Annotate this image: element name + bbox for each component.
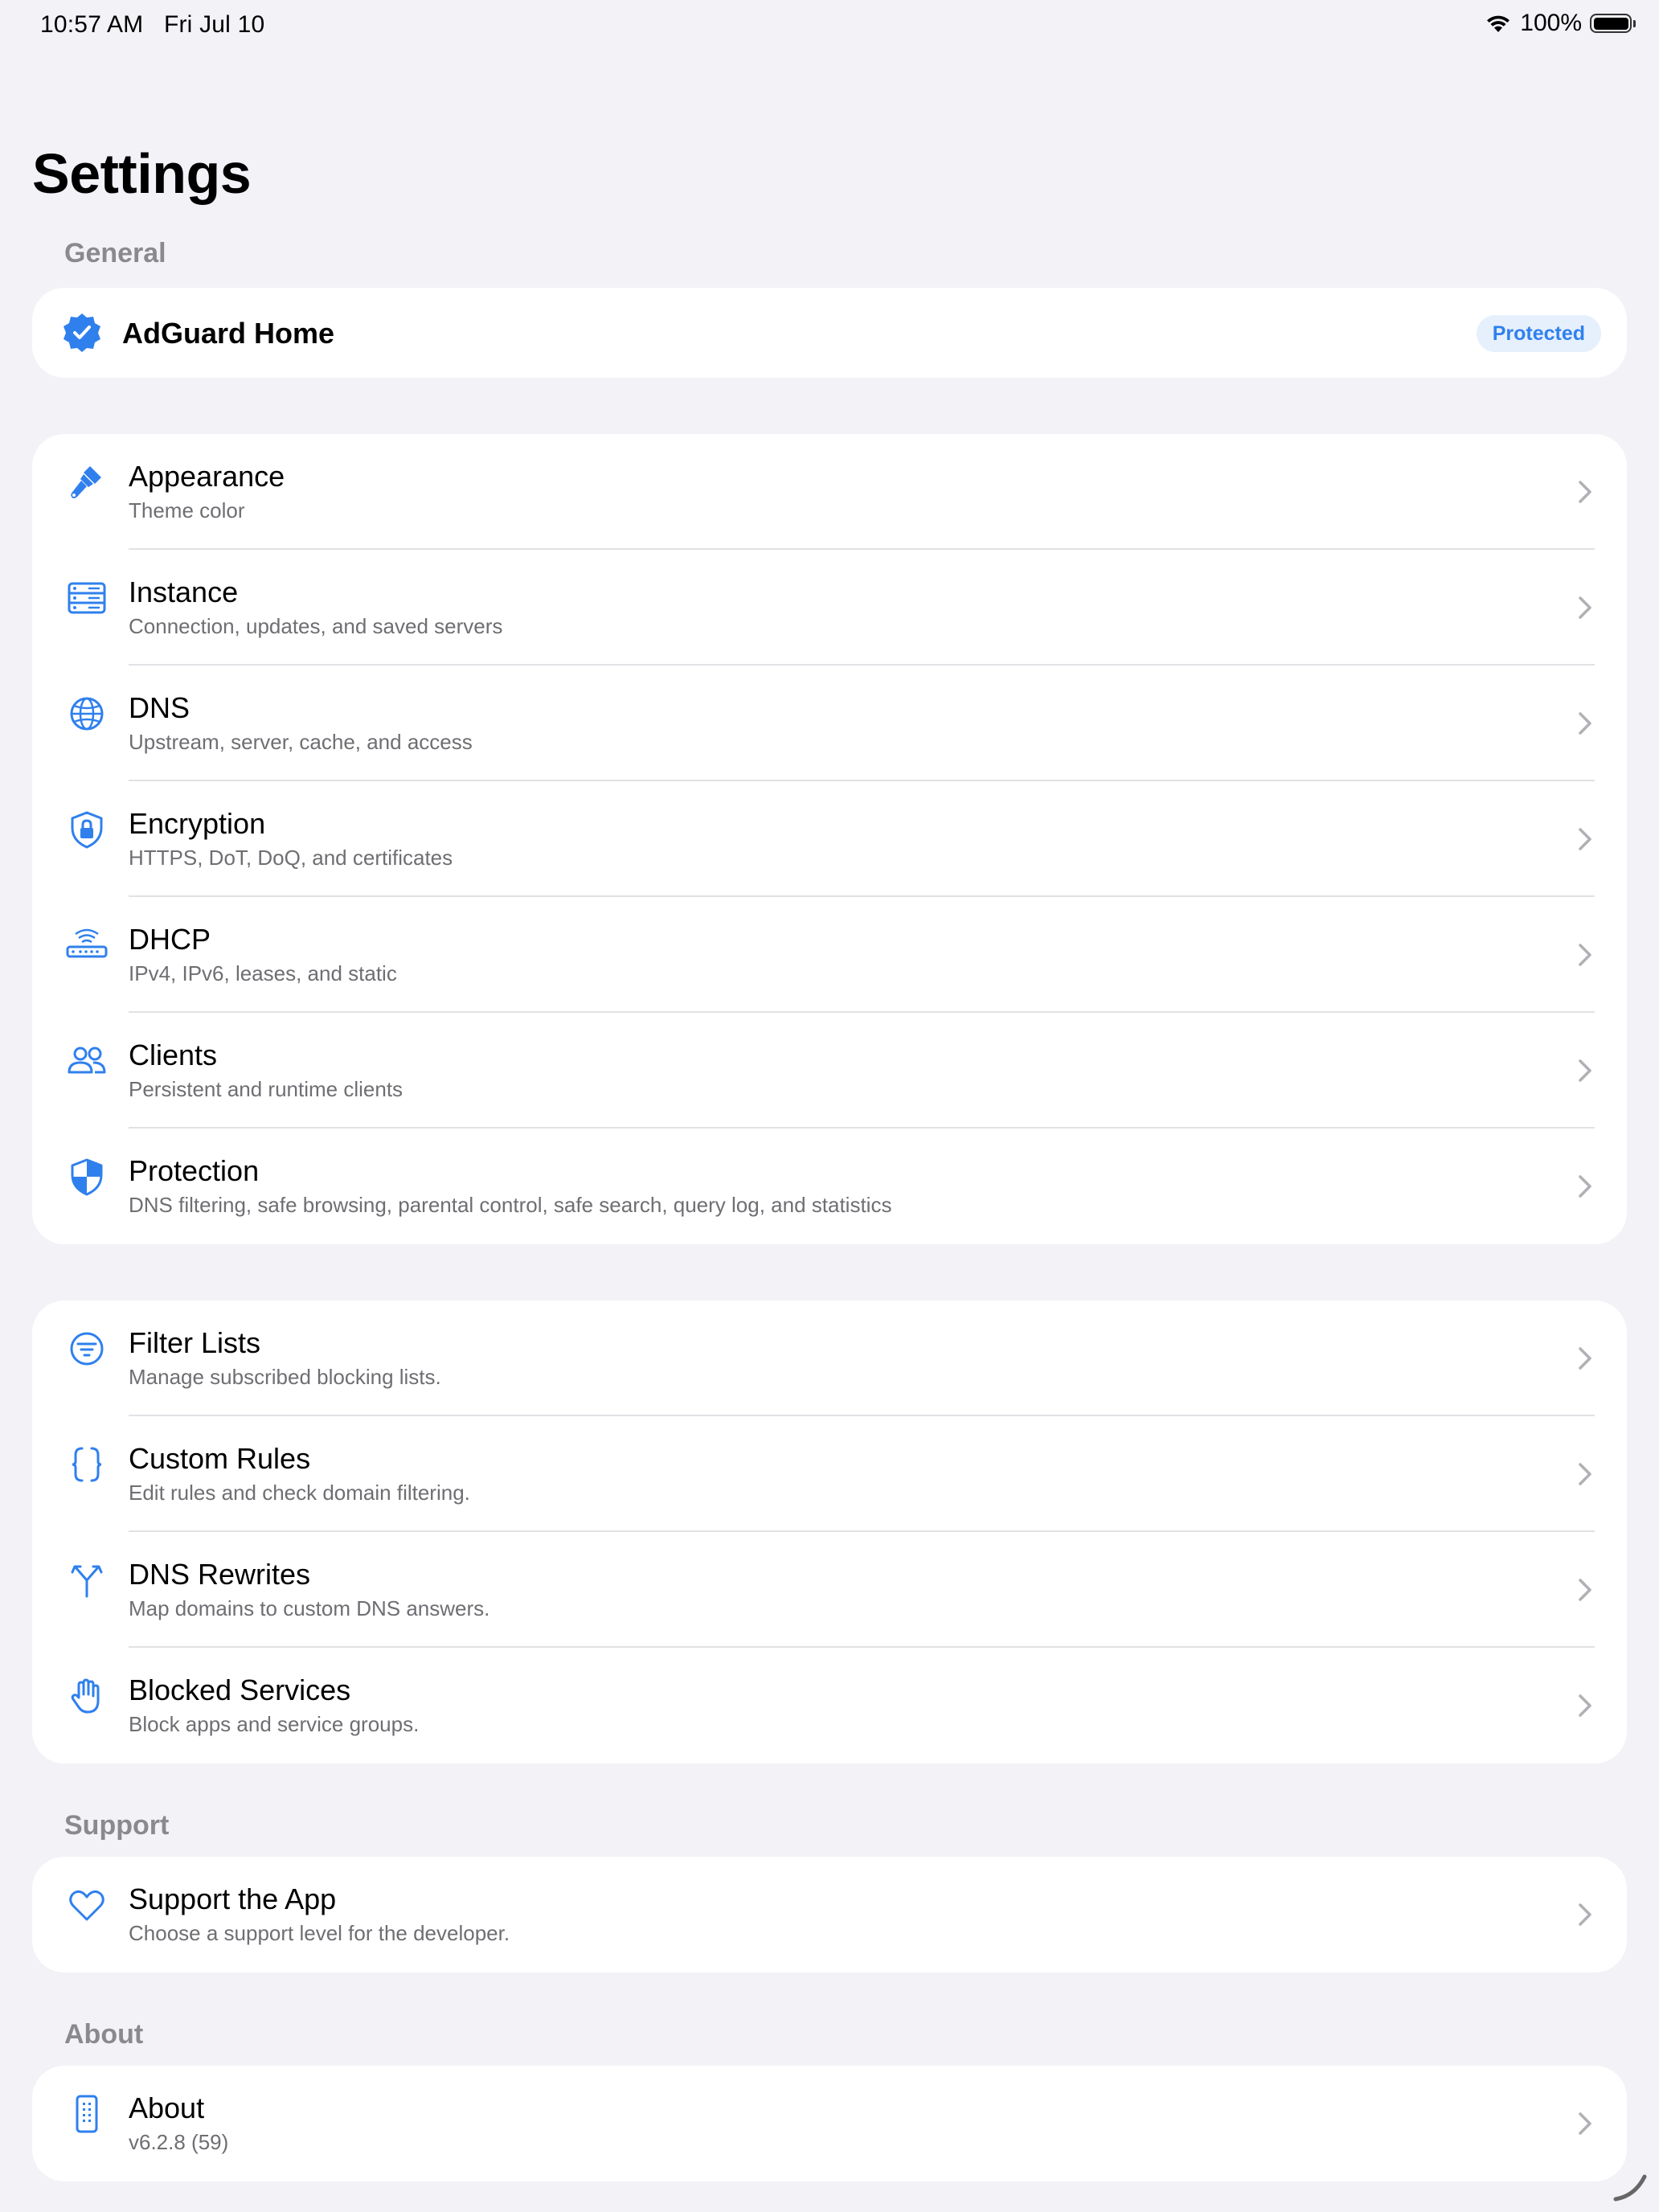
row-subtitle: HTTPS, DoT, DoQ, and certificates: [129, 846, 453, 870]
split-arrow-icon: [64, 1558, 109, 1603]
filtering-row-dns-rewrites[interactable]: DNS Rewrites Map domains to custom DNS a…: [32, 1532, 1627, 1648]
server-row[interactable]: AdGuard Home Protected: [32, 288, 1627, 378]
home-indicator-icon: [1613, 2174, 1647, 2202]
chevron-right-icon: [1579, 1694, 1591, 1717]
section-header-general: General: [64, 238, 166, 268]
row-title: Clients: [129, 1038, 218, 1071]
curly-braces-icon: [64, 1442, 109, 1487]
row-title: Blocked Services: [129, 1673, 351, 1706]
row-subtitle: Manage subscribed blocking lists.: [129, 1365, 441, 1389]
settings-row-protection[interactable]: Protection DNS filtering, safe browsing,…: [32, 1129, 1627, 1244]
lock-shield-icon: [64, 807, 109, 852]
server-name: AdGuard Home: [122, 317, 335, 350]
row-subtitle: Connection, updates, and saved servers: [129, 614, 503, 638]
chevron-right-icon: [1579, 1175, 1591, 1198]
support-row[interactable]: Support the App Choose a support level f…: [32, 1857, 1627, 1972]
shield-icon: [64, 1154, 109, 1199]
status-bar: 10:57 AM Fri Jul 10 100%: [0, 0, 1659, 53]
heart-icon: [64, 1882, 109, 1927]
status-time: 10:57 AM Fri Jul 10: [40, 11, 264, 39]
section-header-about: About: [64, 2019, 144, 2050]
row-subtitle: IPv4, IPv6, leases, and static: [129, 961, 397, 985]
status-right: 100%: [1485, 10, 1636, 37]
chevron-right-icon: [1579, 2112, 1591, 2135]
row-subtitle: Choose a support level for the developer…: [129, 1921, 510, 1945]
verified-badge-icon: [63, 313, 100, 352]
globe-icon: [64, 691, 109, 736]
chevron-right-icon: [1579, 1579, 1591, 1601]
about-card: About v6.2.8 (59): [32, 2066, 1627, 2181]
row-title: DNS Rewrites: [129, 1558, 311, 1591]
chevron-right-icon: [1579, 944, 1591, 966]
settings-row-instance[interactable]: Instance Connection, updates, and saved …: [32, 550, 1627, 666]
server-card[interactable]: AdGuard Home Protected: [32, 288, 1627, 378]
server-icon: [64, 576, 109, 621]
support-card: Support the App Choose a support level f…: [32, 1857, 1627, 1972]
status-badge: Protected: [1476, 315, 1601, 352]
row-subtitle: Block apps and service groups.: [129, 1712, 420, 1736]
settings-row-encryption[interactable]: Encryption HTTPS, DoT, DoQ, and certific…: [32, 781, 1627, 897]
settings-row-dhcp[interactable]: DHCP IPv4, IPv6, leases, and static: [32, 897, 1627, 1013]
filter-icon: [64, 1326, 109, 1371]
settings-row-dns[interactable]: DNS Upstream, server, cache, and access: [32, 666, 1627, 781]
about-row[interactable]: About v6.2.8 (59): [32, 2066, 1627, 2181]
settings-row-appearance[interactable]: Appearance Theme color: [32, 434, 1627, 550]
chevron-right-icon: [1579, 1347, 1591, 1370]
section-header-support: Support: [64, 1810, 170, 1841]
row-title: Instance: [129, 576, 239, 608]
chevron-right-icon: [1579, 712, 1591, 735]
battery-icon: [1590, 14, 1636, 33]
paintbrush-icon: [64, 460, 109, 505]
filtering-row-filter-lists[interactable]: Filter Lists Manage subscribed blocking …: [32, 1301, 1627, 1416]
settings-row-clients[interactable]: Clients Persistent and runtime clients: [32, 1013, 1627, 1129]
wifi-icon: [1487, 15, 1510, 32]
status-time-text: 10:57 AM: [40, 11, 144, 38]
row-subtitle: Persistent and runtime clients: [129, 1077, 403, 1101]
chevron-right-icon: [1579, 1059, 1591, 1082]
chevron-right-icon: [1579, 596, 1591, 619]
chevron-right-icon: [1579, 1903, 1591, 1926]
row-title: Custom Rules: [129, 1442, 311, 1475]
router-icon: [64, 923, 109, 968]
filtering-row-custom-rules[interactable]: Custom Rules Edit rules and check domain…: [32, 1416, 1627, 1532]
filtering-row-blocked-services[interactable]: Blocked Services Block apps and service …: [32, 1648, 1627, 1763]
row-title: Appearance: [129, 460, 285, 493]
row-title: Protection: [129, 1154, 260, 1187]
row-subtitle: Edit rules and check domain filtering.: [129, 1481, 470, 1505]
row-title: DNS: [129, 691, 190, 724]
row-title: Support the App: [129, 1882, 337, 1915]
chevron-right-icon: [1579, 481, 1591, 503]
row-title: Filter Lists: [129, 1326, 261, 1359]
row-subtitle: Map domains to custom DNS answers.: [129, 1596, 490, 1620]
row-subtitle: v6.2.8 (59): [129, 2130, 229, 2154]
row-subtitle: DNS filtering, safe browsing, parental c…: [129, 1193, 892, 1217]
page-title: Settings: [32, 142, 252, 205]
device-icon: [64, 2091, 109, 2136]
battery-percent: 100%: [1520, 10, 1582, 36]
people-icon: [64, 1038, 109, 1083]
row-subtitle: Theme color: [129, 498, 245, 522]
row-title: DHCP: [129, 923, 211, 956]
hand-icon: [64, 1673, 109, 1718]
chevron-right-icon: [1579, 1463, 1591, 1485]
settings-card: Appearance Theme color Instance Connecti…: [32, 434, 1627, 1244]
status-date-text: Fri Jul 10: [163, 11, 265, 38]
row-title: Encryption: [129, 807, 266, 840]
row-subtitle: Upstream, server, cache, and access: [129, 730, 473, 754]
filtering-card: Filter Lists Manage subscribed blocking …: [32, 1301, 1627, 1763]
row-title: About: [129, 2091, 205, 2124]
chevron-right-icon: [1579, 828, 1591, 850]
